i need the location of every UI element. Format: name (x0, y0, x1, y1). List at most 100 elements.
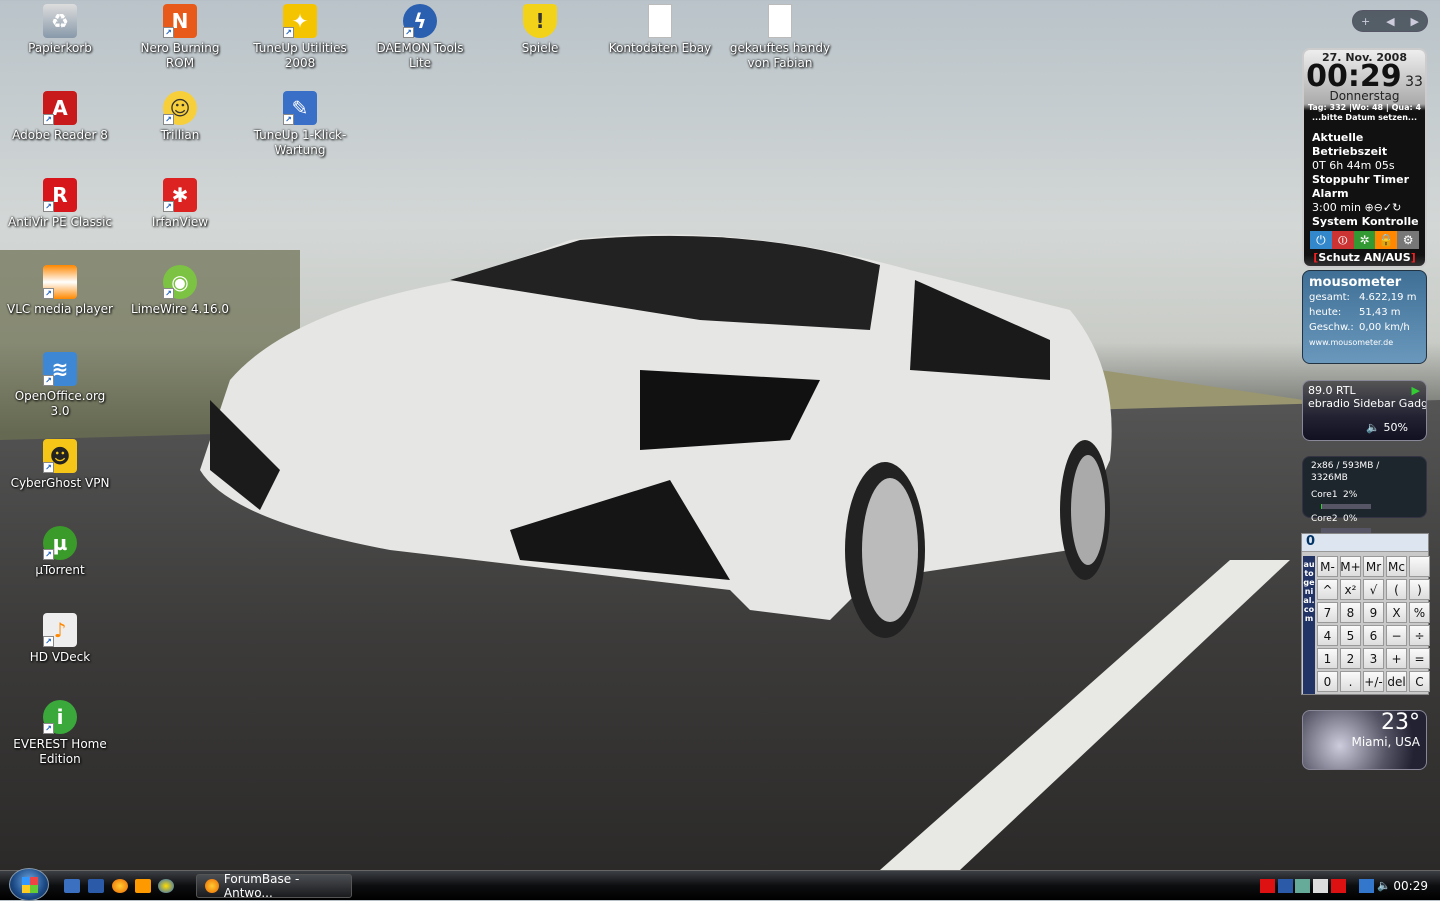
restart-icon[interactable]: ✲ (1353, 231, 1376, 249)
desktop-icon-irfanview[interactable]: ✱ ↗ IrfanView (125, 178, 235, 230)
desktop-icon-antivir[interactable]: R ↗ AntiVir PE Classic (5, 178, 115, 230)
calc-key[interactable]: Mr (1363, 556, 1384, 577)
calc-key[interactable]: = (1409, 648, 1430, 669)
mousometer-row: gesamt: 4.622,19 m (1309, 292, 1417, 303)
desktop-icon-trillian[interactable]: ☺ ↗ Trillian (125, 91, 235, 143)
calc-key[interactable]: ( (1386, 579, 1407, 600)
mousometer-row: Geschw.: 0,00 km/h (1309, 322, 1410, 333)
calc-key[interactable]: +/- (1363, 671, 1384, 692)
standby-icon[interactable]: ⏻ (1310, 231, 1332, 249)
timer-value[interactable]: 3:00 min (1312, 201, 1361, 214)
clock-hint[interactable]: ...bitte Datum setzen... (1304, 113, 1425, 123)
calc-key[interactable]: + (1386, 648, 1407, 669)
calculator-brand[interactable]: autogenial.com (1303, 556, 1315, 694)
desktop-icon-handy[interactable]: gekauftes handy von Fabian (725, 4, 835, 71)
media-player-icon[interactable] (135, 879, 151, 893)
calc-key[interactable] (1409, 556, 1430, 577)
firefox-icon[interactable] (112, 879, 128, 893)
calc-key[interactable]: ÷ (1409, 625, 1430, 646)
desktop-icon-vlc[interactable]: ↗ VLC media player (5, 265, 115, 317)
desktop-icon-tuneup[interactable]: ✦ ↗ TuneUp Utilities 2008 (245, 4, 355, 71)
desktop-icon-daemon-tools[interactable]: ϟ ↗ DAEMON Tools Lite (365, 4, 475, 71)
antivir-tray-icon[interactable] (1331, 879, 1346, 893)
shutdown-icon[interactable]: ⏼ (1331, 231, 1354, 249)
openoffice-icon: ≋ ↗ (43, 352, 77, 386)
radio-gadget: 89.0 RTL ebradio Sidebar Gadg ▶ 🔈 50% (1302, 380, 1427, 441)
calc-key[interactable]: x² (1340, 579, 1361, 600)
calc-key[interactable]: − (1386, 625, 1407, 646)
calc-key[interactable]: 9 (1363, 602, 1384, 623)
calc-key[interactable]: . (1340, 671, 1361, 692)
calc-key[interactable]: 8 (1340, 602, 1361, 623)
calc-key[interactable]: √ (1363, 579, 1384, 600)
play-icon[interactable]: ▶ (1412, 384, 1420, 397)
antivir-icon: R ↗ (43, 178, 77, 212)
calc-key[interactable]: % (1409, 602, 1430, 623)
desktop-icon-spiele[interactable]: ! Spiele (485, 4, 595, 56)
desktop-icon-utorrent[interactable]: µ ↗ µTorrent (5, 526, 115, 578)
desktop-icon-limewire[interactable]: ◉ ↗ LimeWire 4.16.0 (125, 265, 235, 317)
radio-volume[interactable]: 50% (1384, 421, 1408, 434)
next-gadget-button[interactable]: ▶ (1411, 15, 1419, 28)
speaker-icon[interactable]: 🔈 (1366, 421, 1380, 434)
calc-key[interactable]: 6 (1363, 625, 1384, 646)
taskbar-button-forumbase[interactable]: ForumBase - Antwo... (196, 872, 352, 900)
switch-windows-icon[interactable] (88, 879, 104, 893)
document-icon (768, 4, 792, 38)
show-desktop-icon[interactable] (64, 879, 80, 893)
system-label: System Kontrolle (1312, 215, 1419, 228)
calc-key[interactable]: M+ (1340, 556, 1361, 577)
desktop-icon-everest[interactable]: i ↗ EVEREST Home Edition (5, 700, 115, 767)
weather-gadget[interactable]: 23° Miami, USA (1302, 710, 1427, 770)
calc-key[interactable]: 3 (1363, 648, 1384, 669)
logoff-icon[interactable]: ⚙ (1397, 231, 1419, 249)
weather-city: Miami, USA (1351, 735, 1420, 749)
calc-key[interactable]: 4 (1317, 625, 1338, 646)
desktop-icon-recycle-bin[interactable]: ♻ Papierkorb (5, 4, 115, 56)
ati-icon[interactable] (1260, 879, 1275, 893)
desktop-icon-tuneup-wartung[interactable]: ✎ ↗ TuneUp 1-Klick-Wartung (245, 91, 355, 158)
tray-app-icon[interactable] (1295, 879, 1310, 893)
desktop-icon-openoffice[interactable]: ≋ ↗ OpenOffice.org 3.0 (5, 352, 115, 419)
tray-app-icon[interactable] (1313, 879, 1328, 893)
radio-station[interactable]: 89.0 RTL (1308, 384, 1421, 397)
calc-key[interactable]: C (1409, 671, 1430, 692)
protect-toggle[interactable]: Schutz AN/AUS (1318, 251, 1410, 264)
mousometer-link[interactable]: www.mousometer.de (1309, 335, 1420, 350)
calc-key[interactable]: 0 (1317, 671, 1338, 692)
calc-key[interactable]: 1 (1317, 648, 1338, 669)
cpu-meter-gadget: 2x86 / 593MB / 3326MB Core12%Core20%RAM1… (1302, 456, 1427, 557)
taskbar-clock[interactable]: 00:29 (1393, 879, 1428, 893)
timer-label[interactable]: Stoppuhr Timer Alarm (1304, 173, 1425, 201)
desktop: ♻ Papierkorb N ↗ Nero Burning ROM ✦ ↗ TuneUp … (0, 0, 1440, 870)
volume-icon[interactable]: 🔈 (1377, 879, 1392, 893)
add-gadget-button[interactable]: + (1361, 15, 1370, 28)
calc-key[interactable]: X (1386, 602, 1407, 623)
desktop-icon-hdvdeck[interactable]: ♪ ↗ HD VDeck (5, 613, 115, 665)
calc-key[interactable]: del (1386, 671, 1407, 692)
daemon-tools-icon: ϟ ↗ (403, 4, 437, 38)
cpu-row-label: Core1 (1311, 490, 1338, 500)
calc-key[interactable]: ^ (1317, 579, 1338, 600)
calc-key[interactable]: M- (1317, 556, 1338, 577)
calc-key[interactable]: 7 (1317, 602, 1338, 623)
skype-icon[interactable] (158, 879, 174, 893)
calc-key[interactable]: 2 (1340, 648, 1361, 669)
uptime-value: 0T 6h 44m 05s (1312, 159, 1395, 172)
calc-key[interactable]: 5 (1340, 625, 1361, 646)
calc-key[interactable]: Mc (1386, 556, 1407, 577)
weather-temp: 23° (1381, 710, 1420, 735)
network-icon[interactable] (1359, 879, 1374, 893)
timer-controls-icon[interactable]: ⊕⊖✓↻ (1364, 201, 1401, 214)
hdvdeck-icon: ♪ ↗ (43, 613, 77, 647)
lock-icon[interactable]: 🔒 (1375, 231, 1398, 249)
desktop-icon-nero[interactable]: N ↗ Nero Burning ROM (125, 4, 235, 71)
calc-key[interactable]: ) (1409, 579, 1430, 600)
desktop-icon-cyberghost[interactable]: ☻ ↗ CyberGhost VPN (5, 439, 115, 491)
prev-gadget-button[interactable]: ◀ (1386, 15, 1394, 28)
radio-subtitle: ebradio Sidebar Gadg (1308, 397, 1427, 410)
desktop-icon-adobe-reader[interactable]: A ↗ Adobe Reader 8 (5, 91, 115, 143)
desktop-icon-kontodaten[interactable]: Kontodaten Ebay (605, 4, 715, 56)
start-button[interactable] (9, 868, 49, 901)
tray-app-icon[interactable] (1278, 879, 1293, 893)
